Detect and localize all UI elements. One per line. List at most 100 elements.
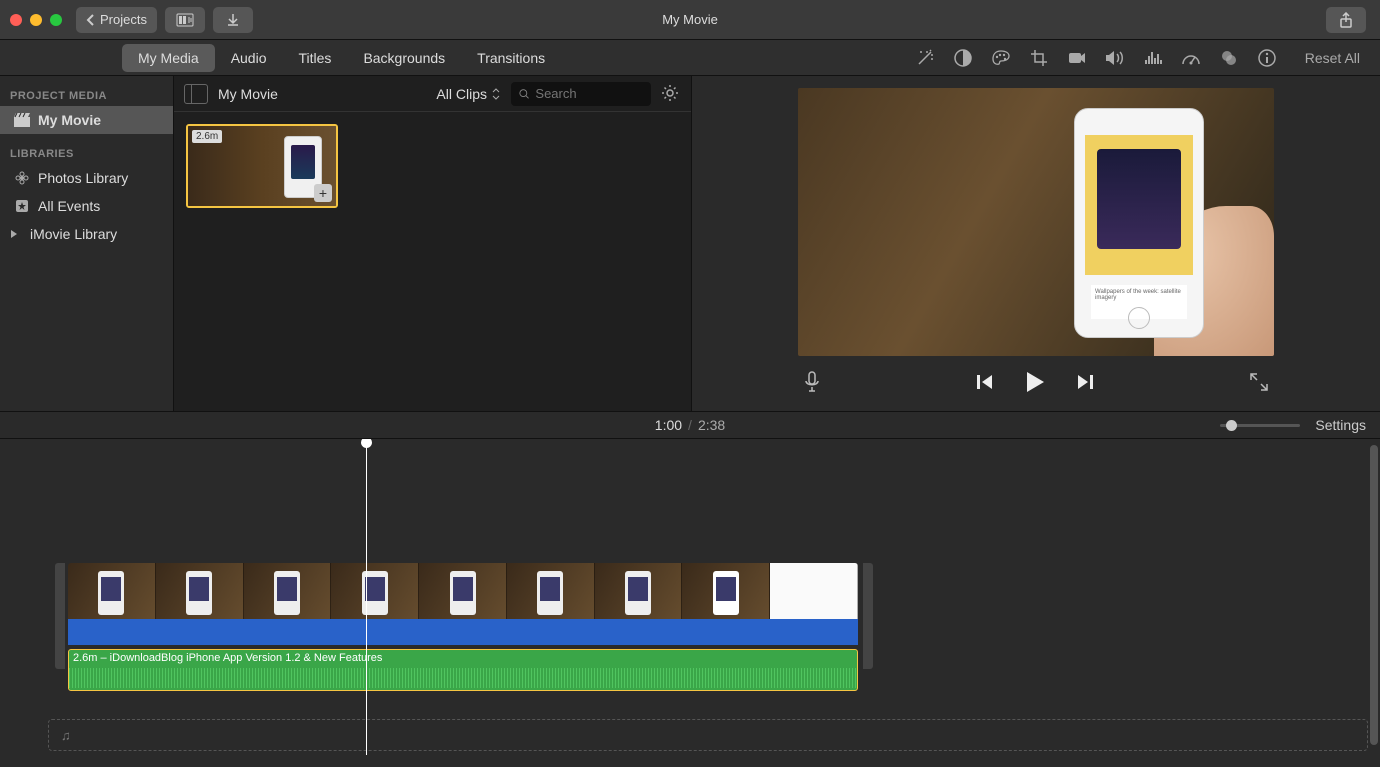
- enhance-button[interactable]: [915, 48, 935, 68]
- magic-wand-icon: [915, 48, 935, 68]
- tab-backgrounds[interactable]: Backgrounds: [347, 44, 461, 72]
- import-button[interactable]: [213, 7, 253, 33]
- crop-icon: [1030, 49, 1048, 67]
- color-balance-button[interactable]: [953, 48, 973, 68]
- scrollbar-thumb[interactable]: [1370, 445, 1378, 745]
- search-icon: [519, 88, 529, 100]
- sidebar-item-my-movie[interactable]: My Movie: [0, 106, 173, 134]
- palette-icon: [991, 49, 1011, 67]
- tab-titles[interactable]: Titles: [283, 44, 348, 72]
- filmstrip-icon: [176, 13, 194, 27]
- disclosure-triangle-icon[interactable]: [6, 226, 22, 242]
- timeline[interactable]: 2.6m – iDownloadBlog iPhone App Version …: [0, 439, 1380, 767]
- tab-audio[interactable]: Audio: [215, 44, 283, 72]
- fullscreen-button[interactable]: [1250, 373, 1268, 391]
- share-icon: [1339, 12, 1353, 28]
- timecode-bar: 1:00 / 2:38 Settings: [0, 411, 1380, 439]
- share-button[interactable]: [1326, 7, 1366, 33]
- color-correction-button[interactable]: [991, 48, 1011, 68]
- preview-video[interactable]: Wallpapers of the week: satellite imager…: [798, 88, 1274, 356]
- info-button[interactable]: [1257, 48, 1277, 68]
- sidebar-photos-label: Photos Library: [38, 170, 128, 186]
- music-note-icon: ♫: [61, 728, 71, 743]
- libraries-header: LIBRARIES: [0, 144, 173, 164]
- clip-filter-button[interactable]: [1219, 48, 1239, 68]
- camera-icon: [1068, 50, 1086, 66]
- volume-button[interactable]: [1105, 48, 1125, 68]
- crop-button[interactable]: [1029, 48, 1049, 68]
- sidebar-toggle-button[interactable]: [184, 84, 208, 104]
- skip-forward-icon: [1076, 374, 1094, 390]
- sort-arrows-icon: [491, 88, 501, 100]
- audio-clip-label: 2.6m – iDownloadBlog iPhone App Version …: [73, 652, 382, 664]
- sidebar-item-photos-library[interactable]: Photos Library: [0, 164, 173, 192]
- media-browser: My Movie All Clips 2.6m +: [174, 76, 692, 411]
- clip-handle-right[interactable]: [863, 563, 873, 669]
- search-input[interactable]: [535, 86, 643, 101]
- reset-all-button[interactable]: Reset All: [1305, 50, 1360, 66]
- main-area: PROJECT MEDIA My Movie LIBRARIES Photos …: [0, 76, 1380, 411]
- speed-button[interactable]: [1181, 48, 1201, 68]
- skip-back-icon: [976, 374, 994, 390]
- browser-project-name: My Movie: [218, 86, 278, 102]
- titlebar: Projects My Movie: [0, 0, 1380, 40]
- search-box[interactable]: [511, 82, 651, 106]
- clapperboard-icon: [14, 112, 30, 128]
- tab-transitions[interactable]: Transitions: [461, 44, 561, 72]
- close-window-button[interactable]: [10, 14, 22, 26]
- audio-waveform: [69, 668, 857, 688]
- overlap-circles-icon: [1220, 49, 1238, 67]
- play-icon: [1024, 370, 1046, 394]
- media-clip[interactable]: 2.6m +: [186, 124, 338, 208]
- clips-filter-label: All Clips: [436, 86, 487, 102]
- maximize-window-button[interactable]: [50, 14, 62, 26]
- project-media-header: PROJECT MEDIA: [0, 86, 173, 106]
- sidebar-item-imovie-library[interactable]: iMovie Library: [0, 220, 173, 248]
- clip-duration-badge: 2.6m: [192, 130, 222, 143]
- stabilization-button[interactable]: [1067, 48, 1087, 68]
- playhead[interactable]: [366, 439, 367, 755]
- gear-icon: [661, 84, 679, 102]
- download-icon: [226, 13, 240, 27]
- browser-toolbar: My Movie All Clips: [174, 76, 691, 112]
- background-music-track[interactable]: ♫: [48, 719, 1368, 751]
- current-time: 1:00: [655, 417, 682, 433]
- browser-body: 2.6m +: [174, 112, 691, 220]
- half-circle-icon: [954, 49, 972, 67]
- flower-icon: [14, 170, 30, 186]
- chevron-left-icon: [86, 14, 95, 26]
- equalizer-icon: [1144, 50, 1162, 66]
- zoom-thumb[interactable]: [1226, 420, 1237, 431]
- projects-back-label: Projects: [100, 12, 147, 27]
- clips-filter-dropdown[interactable]: All Clips: [436, 86, 501, 102]
- zoom-track[interactable]: [1220, 424, 1300, 427]
- microphone-icon: [804, 371, 820, 393]
- speedometer-icon: [1181, 50, 1201, 66]
- voiceover-button[interactable]: [804, 371, 820, 393]
- minimize-window-button[interactable]: [30, 14, 42, 26]
- preview-panel: Wallpapers of the week: satellite imager…: [692, 76, 1380, 411]
- sidebar-item-all-events[interactable]: All Events: [0, 192, 173, 220]
- video-track-bar[interactable]: [68, 619, 858, 645]
- media-tabs-row: My Media Audio Titles Backgrounds Transi…: [0, 40, 1380, 76]
- clip-handle-left[interactable]: [55, 563, 65, 669]
- speaker-icon: [1105, 50, 1125, 66]
- noise-reduction-button[interactable]: [1143, 48, 1163, 68]
- tab-my-media[interactable]: My Media: [122, 44, 215, 72]
- browser-settings-button[interactable]: [661, 84, 681, 104]
- inspector-tools: Reset All: [895, 40, 1380, 75]
- prev-frame-button[interactable]: [976, 374, 994, 390]
- window-title: My Movie: [662, 12, 718, 27]
- projects-back-button[interactable]: Projects: [76, 7, 157, 33]
- next-frame-button[interactable]: [1076, 374, 1094, 390]
- sidebar-all-events-label: All Events: [38, 198, 100, 214]
- timeline-settings-button[interactable]: Settings: [1315, 417, 1366, 433]
- zoom-slider[interactable]: [1220, 424, 1300, 427]
- sidebar-my-movie-label: My Movie: [38, 112, 101, 128]
- library-view-button[interactable]: [165, 7, 205, 33]
- play-button[interactable]: [1024, 370, 1046, 394]
- clip-add-button[interactable]: +: [314, 184, 332, 202]
- timeline-scrollbar[interactable]: [1370, 439, 1378, 767]
- expand-icon: [1250, 373, 1268, 391]
- audio-track-clip[interactable]: 2.6m – iDownloadBlog iPhone App Version …: [68, 649, 858, 691]
